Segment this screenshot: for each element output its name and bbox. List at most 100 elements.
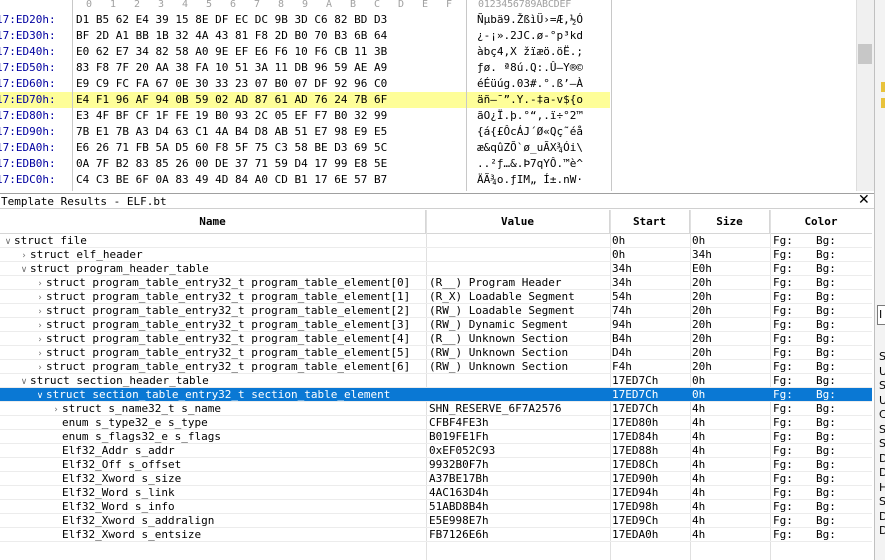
hex-row[interactable]: 17:ED40h: E0 62 E7 34 82 58 A0 9E EF E6 F… — [0, 44, 610, 60]
chevron-right-icon[interactable]: › — [34, 291, 46, 304]
close-icon[interactable]: ✕ — [858, 192, 870, 208]
hex-bytes[interactable]: E3 4F BF CF 1F FE 19 B0 93 2C 05 EF F7 B… — [76, 108, 466, 124]
hex-row[interactable]: 17:ED60h: E9 C9 FC FA 67 0E 30 33 23 07 B… — [0, 76, 610, 92]
hex-row[interactable]: 17:ED30h: BF 2D A1 BB 1B 32 4A 43 81 F8 2… — [0, 28, 610, 44]
hex-ascii[interactable]: éÉüúg.03#.°.ß’–À — [477, 76, 617, 92]
table-row[interactable]: enum s_type32_e s_type CFBF4FE3h 17ED80h 4h… — [0, 416, 872, 430]
hex-ascii[interactable]: {á{£ÔcÁJ´Ø«Qç˜éå — [477, 124, 617, 140]
hex-bytes[interactable]: E0 62 E7 34 82 58 A0 9E EF E6 F6 10 F6 C… — [76, 44, 466, 60]
chevron-right-icon[interactable]: › — [50, 403, 62, 416]
hex-row[interactable]: 17:EDC0h: C4 C3 BE 6F 0A 83 49 4D 84 A0 C… — [0, 172, 610, 188]
cell-name-text: struct file — [14, 234, 87, 247]
cell-value — [429, 234, 609, 248]
chevron-right-icon[interactable]: › — [34, 361, 46, 374]
table-row[interactable]: Elf32_Addr s_addr 0xEF052C93 17ED88h 4h Fg: B… — [0, 444, 872, 458]
cell-size: 4h — [692, 472, 706, 485]
table-row[interactable]: › struct program_table_entry32_t program_… — [0, 276, 872, 290]
hex-bytes[interactable]: 83 F8 7F 20 AA 38 FA 10 51 3A 11 DB 96 5… — [76, 60, 466, 76]
table-row[interactable]: Elf32_Off s_offset 9932B0F7h 17ED8Ch 4h Fg: B… — [0, 458, 872, 472]
chevron-right-icon[interactable]: › — [34, 319, 46, 332]
hex-ascii[interactable]: ãO¿Ï.þ.°“,.ï÷°2™ — [477, 108, 617, 124]
hex-empty-area — [612, 0, 856, 191]
hex-ascii[interactable]: ..²ƒ…&.Þ7qYÔ.™è^ — [477, 156, 617, 172]
hex-row[interactable]: 17:ED20h: D1 B5 62 E4 39 15 8E DF EC DC 9… — [0, 12, 610, 28]
cell-value: (RW_) Loadable Segment — [429, 304, 575, 317]
hex-editor-view[interactable]: 0123456789ABCDEF 0123456789ABCDEF 17:ED2… — [0, 0, 880, 191]
cell-size: 4h — [692, 500, 706, 513]
table-row[interactable]: ∨ struct program_header_table 34h E0h Fg: Bg: — [0, 262, 872, 276]
column-header-name[interactable]: Name — [0, 210, 426, 234]
hex-ascii[interactable]: äñ–¯”.Y.-‡a-v${o — [477, 92, 617, 108]
scrollbar-thumb[interactable] — [858, 44, 872, 64]
table-row[interactable]: › struct program_table_entry32_t program_… — [0, 304, 872, 318]
table-row[interactable]: › struct program_table_entry32_t program_… — [0, 290, 872, 304]
hex-ascii[interactable]: ¿-¡».2JC.ø-°p³kd — [477, 28, 617, 44]
cell-start: 94h — [612, 318, 632, 331]
chevron-down-icon[interactable]: ∨ — [18, 375, 30, 388]
cell-value: 9932B0F7h — [429, 458, 489, 471]
cell-start: 17ED7Ch — [612, 388, 659, 401]
cell-name-text: Elf32_Word s_link — [62, 486, 175, 499]
hex-row[interactable]: 17:EDB0h: 0A 7F B2 83 85 26 00 DE 37 71 5… — [0, 156, 610, 172]
chevron-right-icon[interactable]: › — [18, 249, 30, 262]
hex-bytes[interactable]: E6 26 71 FB 5A D5 60 F8 5F 75 C3 58 BE D… — [76, 140, 466, 156]
hex-ascii[interactable]: Ñµbä9.ŽßìÜ›=Æ‚½Ó — [477, 12, 617, 28]
table-row[interactable]: Elf32_Xword s_entsize FB7126E6h 17EDA0h 4h F… — [0, 528, 872, 542]
chevron-right-icon[interactable]: › — [34, 305, 46, 318]
cell-start: 17ED80h — [612, 416, 659, 429]
hex-ascii[interactable]: àbç4‚X žïæö.öË.; — [477, 44, 617, 60]
cell-name: ∨ struct program_header_table — [18, 262, 426, 276]
chevron-right-icon[interactable]: › — [34, 333, 46, 346]
table-row[interactable]: enum s_flags32_e s_flags B019FE1Fh 17ED84h… — [0, 430, 872, 444]
cell-bg: Bg: — [816, 514, 836, 527]
cell-start: 34h — [612, 276, 632, 289]
table-row[interactable]: ∨ struct section_table_entry32_t section_… — [0, 388, 872, 402]
table-row[interactable]: › struct program_table_entry32_t program_… — [0, 318, 872, 332]
table-row[interactable]: Elf32_Word s_link 4AC163D4h 17ED94h 4h Fg: Bg… — [0, 486, 872, 500]
hex-bytes[interactable]: E4 F1 96 AF 94 0B 59 02 AD 87 61 AD 76 2… — [76, 92, 466, 108]
chevron-right-icon[interactable]: › — [34, 347, 46, 360]
hex-row[interactable]: 17:ED90h: 7B E1 7B A3 D4 63 C1 4A B4 D8 A… — [0, 124, 610, 140]
panel-input[interactable]: I — [877, 305, 885, 325]
column-header-color[interactable]: Color — [770, 210, 872, 234]
table-row[interactable]: Elf32_Word s_info 51ABD8B4h 17ED98h 4h Fg: Bg… — [0, 500, 872, 514]
hex-ascii[interactable]: ƒø. ª8ú.Q:.Û–Y®© — [477, 60, 617, 76]
column-header-size[interactable]: Size — [690, 210, 770, 234]
hex-bytes[interactable]: E9 C9 FC FA 67 0E 30 33 23 07 B0 07 DF 9… — [76, 76, 466, 92]
hex-bytes[interactable]: D1 B5 62 E4 39 15 8E DF EC DC 9B 3D C6 8… — [76, 12, 466, 28]
cell-fg: Fg: — [773, 304, 793, 317]
hex-bytes[interactable]: 0A 7F B2 83 85 26 00 DE 37 71 59 D4 17 9… — [76, 156, 466, 172]
right-side-panel: I SUSUCSSDDHSDD — [874, 0, 885, 560]
table-row[interactable]: Elf32_Xword s_size A37BE17Bh 17ED90h 4h Fg: B… — [0, 472, 872, 486]
table-row[interactable]: › struct s_name32_t s_name SHN_RESERVE_6F7… — [0, 402, 872, 416]
cell-start: 17ED84h — [612, 430, 659, 443]
hex-row[interactable]: 17:ED80h: E3 4F BF CF 1F FE 19 B0 93 2C 0… — [0, 108, 610, 124]
ruler-column-label: 2 — [134, 0, 141, 10]
ruler-column-label: 8 — [278, 0, 285, 10]
hex-bytes[interactable]: 7B E1 7B A3 D4 63 C1 4A B4 D8 AB 51 E7 9… — [76, 124, 466, 140]
chevron-right-icon[interactable]: › — [34, 277, 46, 290]
table-row[interactable]: Elf32_Xword s_addralign E5E998E7h 17ED9Ch 4… — [0, 514, 872, 528]
chevron-down-icon[interactable]: ∨ — [2, 235, 14, 248]
hex-row[interactable]: 17:ED50h: 83 F8 7F 20 AA 38 FA 10 51 3A 1… — [0, 60, 610, 76]
column-header-value[interactable]: Value — [426, 210, 610, 234]
table-row[interactable]: › struct program_table_entry32_t program_… — [0, 346, 872, 360]
column-header-start[interactable]: Start — [610, 210, 690, 234]
cell-bg: Bg: — [816, 528, 836, 541]
table-row[interactable]: › struct program_table_entry32_t program_… — [0, 360, 872, 374]
cell-value: 51ABD8B4h — [429, 500, 489, 513]
table-row[interactable]: ∨ struct section_header_table 17ED7Ch 0h Fg:… — [0, 374, 872, 388]
hex-row[interactable]: 17:EDA0h: E6 26 71 FB 5A D5 60 F8 5F 75 C… — [0, 140, 610, 156]
cell-name: Elf32_Addr s_addr — [50, 444, 426, 458]
chevron-down-icon[interactable]: ∨ — [18, 263, 30, 276]
hex-row[interactable]: 17:ED70h: E4 F1 96 AF 94 0B 59 02 AD 87 6… — [0, 92, 610, 108]
table-row[interactable]: › struct program_table_entry32_t program_… — [0, 332, 872, 346]
hex-ascii[interactable]: ÄÃ¾o.ƒIM„ Í±.nW· — [477, 172, 617, 188]
hex-bytes[interactable]: C4 C3 BE 6F 0A 83 49 4D 84 A0 CD B1 17 6… — [76, 172, 466, 188]
hex-bytes[interactable]: BF 2D A1 BB 1B 32 4A 43 81 F8 2D B0 70 B… — [76, 28, 466, 44]
table-row[interactable]: › struct elf_header 0h 34h Fg: Bg: — [0, 248, 872, 262]
table-row[interactable]: ∨ struct file 0h 0h Fg: Bg: — [0, 234, 872, 248]
hex-ascii[interactable]: æ&qûZÕ`ø_uÃX¾Ói\ — [477, 140, 617, 156]
chevron-down-icon[interactable]: ∨ — [34, 389, 46, 402]
cell-fg: Fg: — [773, 290, 793, 303]
